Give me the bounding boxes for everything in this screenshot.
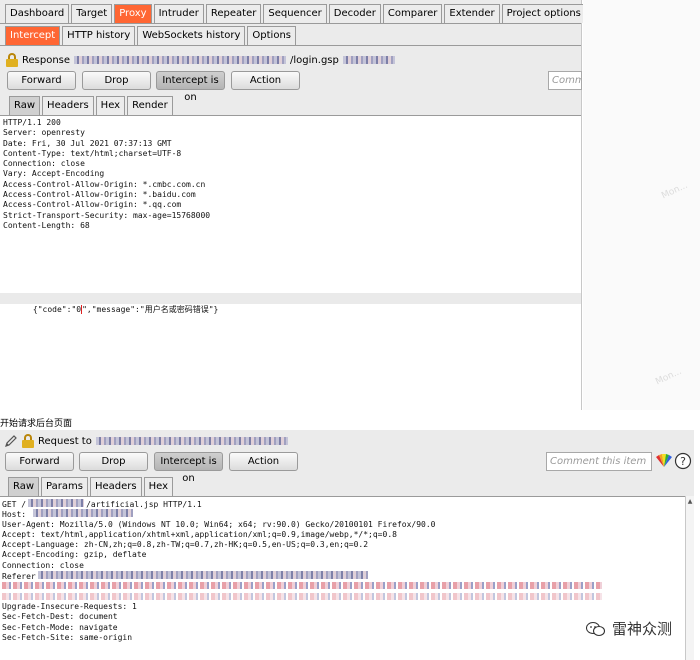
watermark-logo-text: 雷神众测 (612, 620, 673, 638)
comment-input[interactable]: Comment this item (548, 71, 582, 90)
request-header-line: Sec-Fetch-Mode: navigate (2, 622, 118, 632)
wechat-icon (586, 621, 606, 636)
intercept-toggle-button[interactable]: Intercept is on (156, 71, 225, 103)
redacted-cookie-line-2 (2, 592, 683, 602)
view-tab-hex[interactable]: Hex (143, 477, 173, 496)
subtab-intercept[interactable]: Intercept (5, 26, 61, 45)
tab-proxy[interactable]: Proxy (114, 4, 152, 23)
request-header-line: Sec-Fetch-Dest: document (2, 612, 118, 622)
response-header-line: HTTP/1.1 200 (3, 118, 61, 127)
response-header-line: Server: openresty (3, 128, 85, 138)
request-header-line: Connection: close (2, 560, 84, 570)
response-header-line: Connection: close (3, 159, 85, 169)
request-editor[interactable]: GET //artificial.jsp HTTP/1.1 Host: User… (0, 496, 685, 660)
subtab-websockets-history[interactable]: WebSockets history (137, 26, 246, 45)
proxy-subtabbar-divider (0, 45, 581, 46)
drop-button[interactable]: Drop (82, 71, 151, 90)
request-header-line: Sec-Fetch-Site: same-origin (2, 632, 133, 642)
view-tab-raw[interactable]: Raw (9, 96, 41, 115)
referer-line: Referer (2, 571, 683, 581)
watermark-logo: 雷神众测 (586, 618, 672, 639)
proxy-response-panel: Dashboard Target Proxy Intruder Repeater Sequ… (0, 0, 661, 410)
request-header-line: User-Agent: Mozilla/5.0 (Windows NT 10.0… (2, 519, 436, 529)
tab-project-options[interactable]: Project options (501, 4, 586, 23)
response-header-line: Content-Length: 68 (3, 220, 90, 230)
view-tab-hex[interactable]: Hex (95, 96, 126, 115)
tab-sequencer[interactable]: Sequencer (263, 4, 327, 23)
redacted-cookie-line (2, 581, 683, 591)
response-body-line: {"code":"0","message":"用户名或密码错误"} (0, 293, 581, 314)
host-line: Host: (2, 509, 683, 519)
view-tab-params[interactable]: Params (41, 477, 88, 496)
subtab-options[interactable]: Options (247, 26, 296, 45)
forward-button[interactable]: Forward (5, 452, 74, 471)
action-button[interactable]: Action (231, 71, 300, 90)
forward-button[interactable]: Forward (7, 71, 76, 90)
response-body-part1: {"code":"0 (32, 305, 82, 314)
redacted-host (74, 56, 287, 64)
response-header-line: Strict-Transport-Security: max-age=15768… (3, 210, 211, 220)
lock-icon (6, 53, 18, 67)
response-body-part2: ","message":"用户名或密码错误"} (82, 305, 219, 314)
request-line: GET //artificial.jsp HTTP/1.1 (2, 499, 202, 509)
watermark-text-2: Mon... (654, 366, 684, 388)
main-tabbar: Dashboard Target Proxy Intruder Repeater Sequ… (5, 4, 663, 23)
svg-text:?: ? (680, 455, 686, 468)
message-view-tabs: Raw Params Headers Hex (8, 477, 175, 496)
tab-dashboard[interactable]: Dashboard (5, 4, 70, 23)
request-header-line: Accept-Encoding: gzip, deflate (2, 550, 147, 560)
proxy-request-panel: Request to Forward Drop Intercept is on … (0, 430, 694, 660)
response-header-line: Access-Control-Allow-Origin: *.qq.com (3, 200, 182, 210)
lock-icon (22, 434, 34, 448)
response-header-line: Date: Fri, 30 Jul 2021 07:37:13 GMT (3, 138, 172, 148)
help-icon[interactable]: ? (674, 452, 692, 470)
redacted-host-value (32, 509, 133, 518)
scroll-up-icon[interactable]: ▲ (686, 498, 694, 506)
tab-repeater[interactable]: Repeater (205, 4, 262, 23)
response-editor[interactable]: HTTP/1.1 200 Server: openresty Date: Fri, … (0, 115, 581, 410)
view-tab-headers[interactable]: Headers (89, 477, 142, 496)
side-strip: Mon... Mon... (583, 0, 700, 410)
message-type-label: Request to (38, 435, 92, 447)
main-tabbar-divider (0, 23, 581, 24)
proxy-subtabbar: Intercept HTTP history WebSockets history O… (5, 26, 298, 45)
request-header-line: Accept-Language: zh-CN,zh;q=0.8,zh-TW;q=… (2, 540, 369, 550)
message-type-label: Response (22, 54, 71, 66)
tab-target[interactable]: Target (71, 4, 113, 23)
request-editor-scrollbar[interactable]: ▲ (685, 496, 694, 660)
message-path: /login.gsp (290, 54, 339, 66)
redacted-ip (342, 56, 395, 64)
action-button[interactable]: Action (229, 452, 298, 471)
highlight-color-icon[interactable] (655, 454, 673, 468)
message-view-tabs: Raw Headers Hex Render (9, 96, 175, 115)
response-header-line: Access-Control-Allow-Origin: *.baidu.com (3, 190, 196, 200)
redacted-referer (37, 571, 368, 580)
tab-comparer[interactable]: Comparer (382, 4, 443, 23)
intercept-toggle-button[interactable]: Intercept is on (154, 452, 223, 484)
caption-text: 开始请求后台页面 (0, 419, 73, 429)
intercepted-message-info: Response /login.gsp (6, 52, 399, 68)
drop-button[interactable]: Drop (79, 452, 148, 471)
response-header-line: Access-Control-Allow-Origin: *.cmbc.com.… (3, 179, 206, 189)
view-tab-render[interactable]: Render (127, 96, 173, 115)
tab-extender[interactable]: Extender (444, 4, 500, 23)
view-tab-headers[interactable]: Headers (42, 96, 94, 115)
redacted-path (28, 499, 85, 507)
comment-input[interactable]: Comment this item (546, 452, 652, 471)
redacted-host (95, 437, 288, 445)
request-header-line: Upgrade-Insecure-Requests: 1 (2, 601, 137, 611)
subtab-http-history[interactable]: HTTP history (62, 26, 136, 45)
tab-decoder[interactable]: Decoder (328, 4, 381, 23)
tab-intruder[interactable]: Intruder (153, 4, 204, 23)
response-header-line: Vary: Accept-Encoding (3, 169, 105, 179)
request-header-line: Accept: text/html,application/xhtml+xml,… (2, 529, 397, 539)
watermark-text: Mon... (660, 180, 690, 202)
response-header-line: Content-Type: text/html;charset=UTF-8 (3, 148, 182, 158)
pencil-icon[interactable] (4, 434, 18, 448)
view-tab-raw[interactable]: Raw (8, 477, 40, 496)
intercepted-request-info: Request to (22, 433, 292, 449)
